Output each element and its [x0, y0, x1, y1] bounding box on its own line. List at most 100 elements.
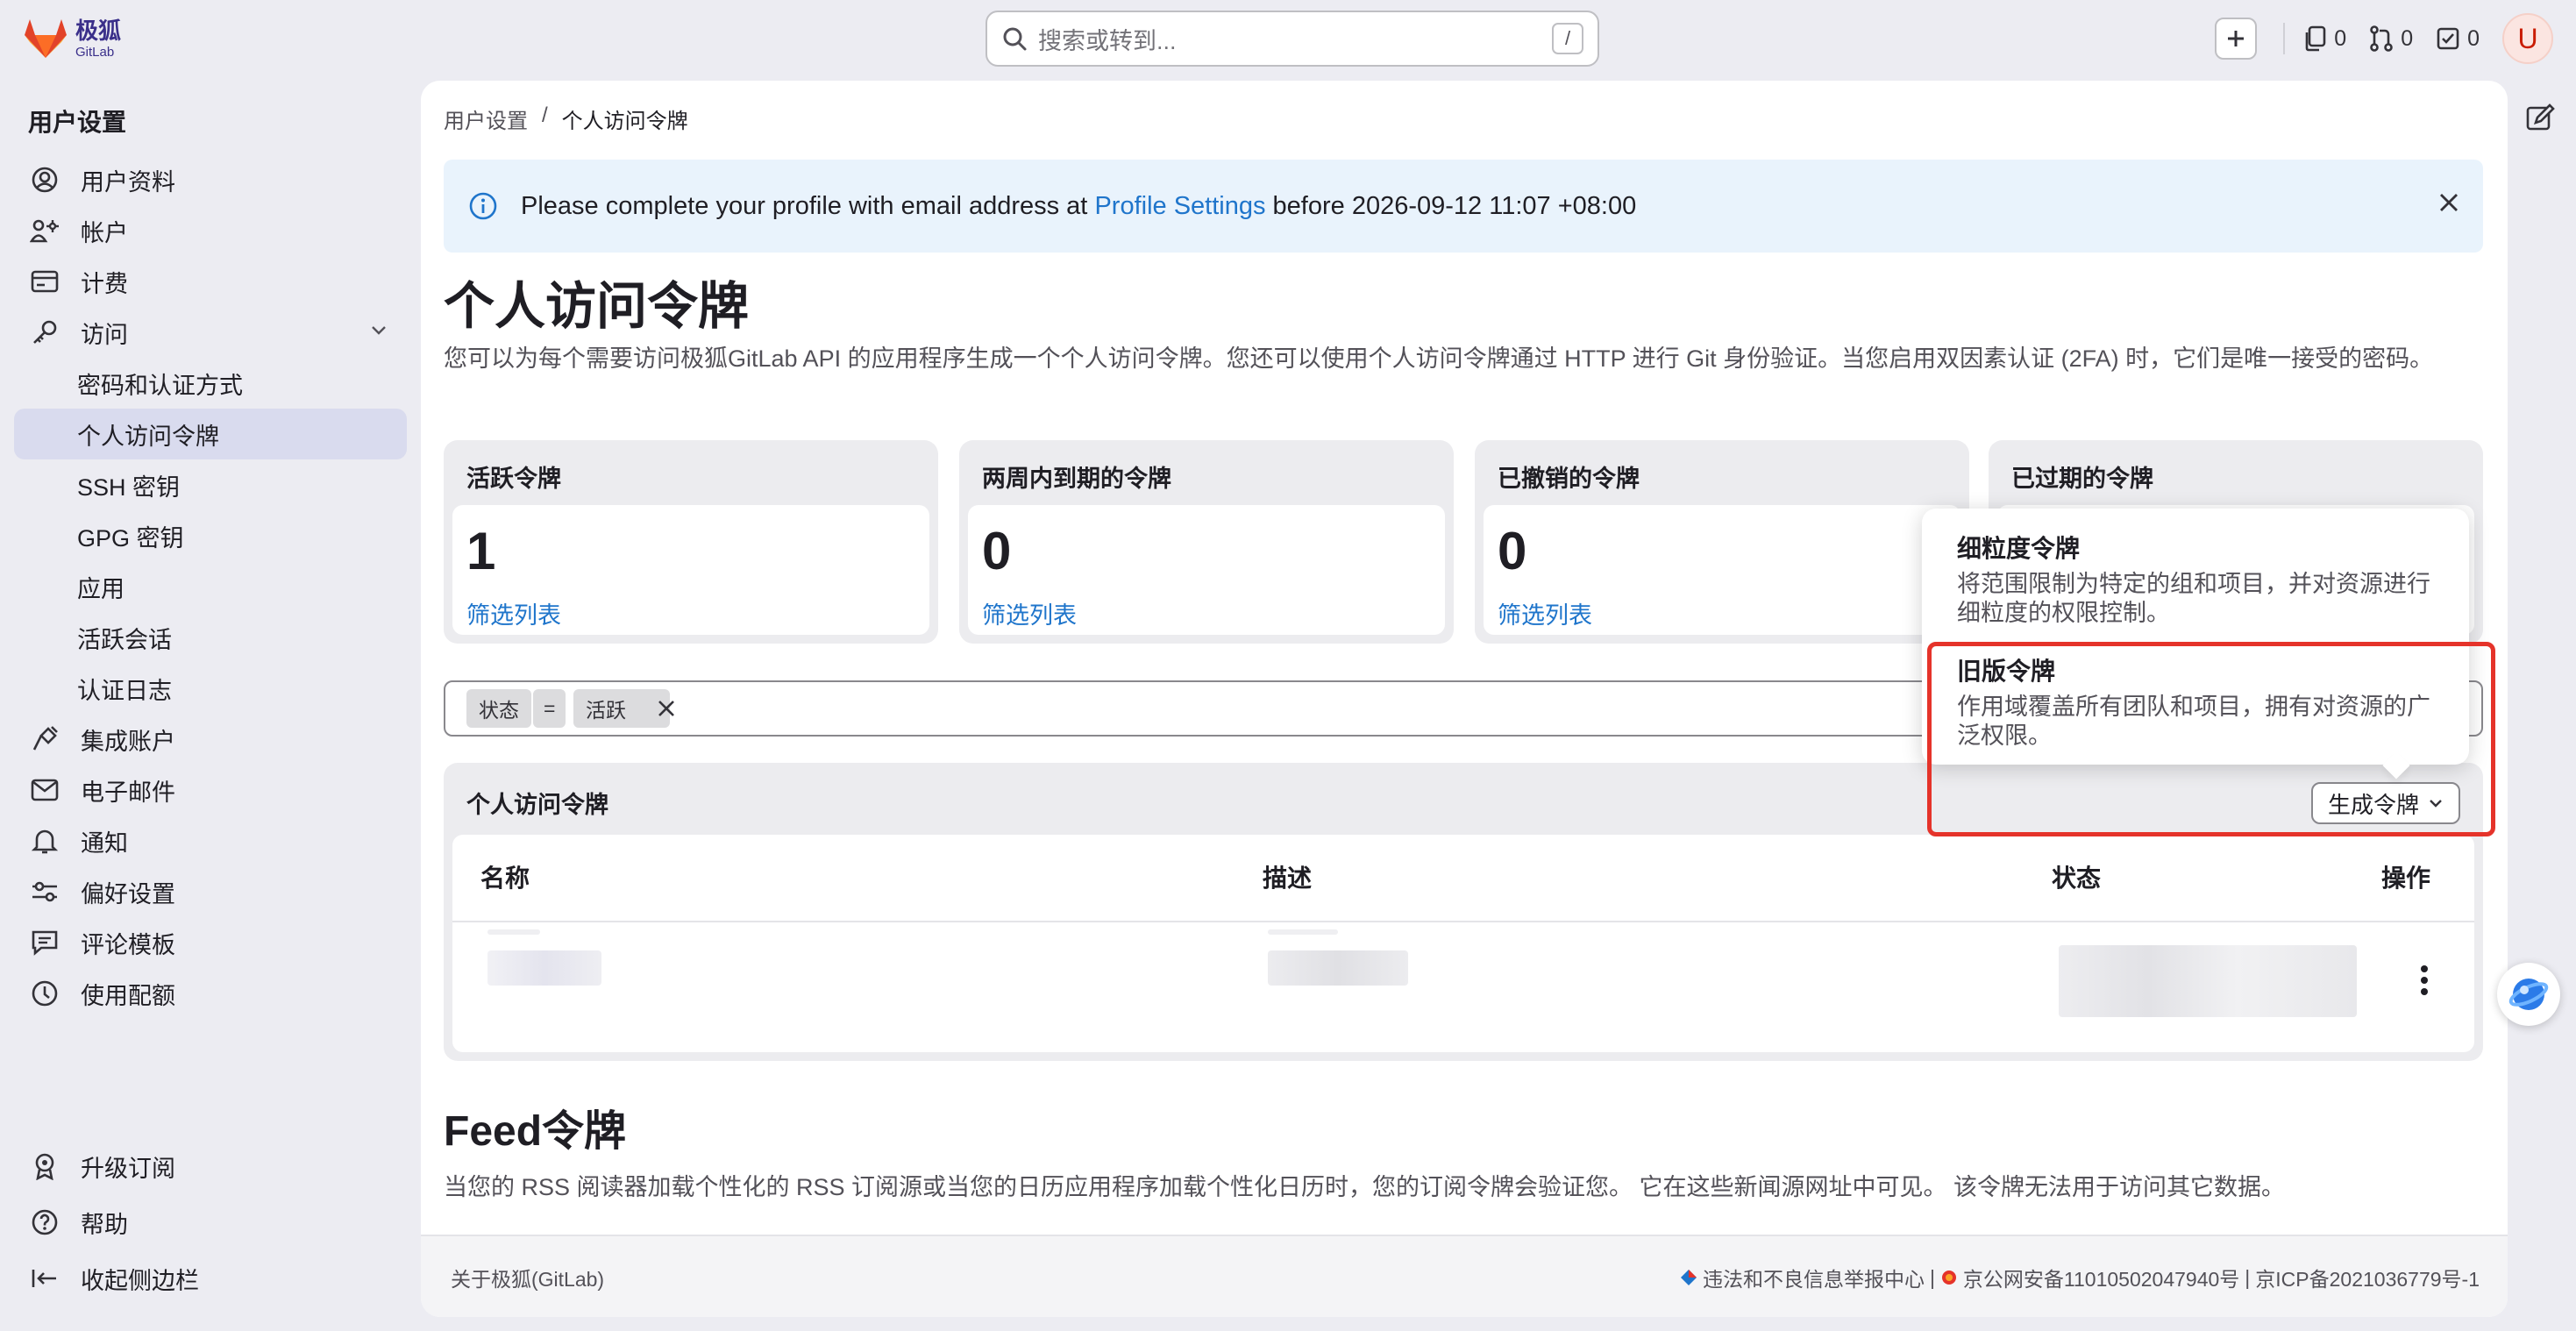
breadcrumb-current: 个人访问令牌 — [561, 110, 688, 133]
plus-icon — [2228, 31, 2245, 46]
sidebar-item-label: 通知 — [81, 829, 128, 857]
key-icon — [28, 316, 61, 349]
create-new-button[interactable] — [2215, 18, 2258, 60]
remove-filter-icon[interactable] — [656, 698, 677, 719]
sidebar-item-label: 帐户 — [81, 219, 128, 246]
sidebar-item-label: 应用 — [77, 575, 125, 602]
filter-list-link[interactable]: 筛选列表 — [982, 596, 1077, 630]
footer-separator: | — [2245, 1265, 2251, 1289]
help-link[interactable]: 帮助 — [14, 1194, 407, 1250]
filter-token-key[interactable]: 状态 — [466, 689, 531, 728]
option-title: 细粒度令牌 — [1957, 535, 2081, 562]
feedback-edit-icon[interactable] — [2525, 103, 2555, 133]
sidebar-item-access[interactable]: 访问 — [14, 307, 407, 358]
sidebar-item-auth-log[interactable]: 认证日志 — [14, 663, 407, 714]
icp-record-link[interactable]: 京ICP备2021036779号-1 — [2255, 1263, 2480, 1292]
sidebar-item-applications[interactable]: 应用 — [14, 561, 407, 612]
sidebar-item-gpg-keys[interactable]: GPG 密钥 — [14, 510, 407, 561]
sidebar-item-label: 访问 — [81, 321, 128, 348]
report-center-link[interactable]: 违法和不良信息举报中心 — [1703, 1263, 1925, 1292]
sidebar-item-preferences[interactable]: 偏好设置 — [14, 866, 407, 917]
profile-settings-link[interactable]: Profile Settings — [1094, 192, 1265, 220]
sidebar-item-integrations[interactable]: 集成账户 — [14, 714, 407, 765]
chevron-down-icon[interactable] — [370, 324, 388, 336]
sidebar-item-notifications[interactable]: 通知 — [14, 815, 407, 866]
kebab-menu-icon[interactable] — [2420, 964, 2429, 996]
profile-icon — [28, 163, 61, 196]
sidebar-item-comment-templates[interactable]: 评论模板 — [14, 917, 407, 968]
sidebar-item-personal-access-tokens[interactable]: 个人访问令牌 — [14, 409, 407, 459]
brand-logo[interactable]: 极狐 GitLab — [23, 18, 121, 60]
fine-grained-token-option[interactable]: 细粒度令牌 将范围限制为特定的组和项目，并对资源进行细粒度的权限控制。 — [1957, 530, 2448, 628]
tokens-table: 名称 描述 状态 操作 — [452, 835, 2474, 1052]
issues-icon — [2305, 25, 2326, 52]
column-header-name: 名称 — [480, 865, 530, 892]
filter-list-link[interactable]: 筛选列表 — [1498, 596, 1592, 630]
sidebar-item-label: 电子邮件 — [81, 779, 175, 806]
page-title: 个人访问令牌 — [444, 278, 750, 335]
sidebar-item-label: 评论模板 — [81, 931, 175, 958]
stat-revoked-tokens: 已撤销的令牌 0 筛选列表 — [1475, 440, 1969, 644]
close-icon[interactable] — [2437, 191, 2460, 214]
breadcrumb-parent[interactable]: 用户设置 — [444, 103, 528, 134]
preferences-icon — [28, 875, 61, 908]
mr-count: 0 — [2401, 25, 2414, 51]
stat-value: 0 — [1498, 522, 1527, 580]
breadcrumb: 用户设置 / 个人访问令牌 — [444, 103, 688, 134]
police-badge-icon — [1941, 1270, 1956, 1285]
tanuki-logo-icon — [25, 19, 67, 58]
upgrade-subscription-link[interactable]: 升级订阅 — [14, 1138, 407, 1194]
user-avatar[interactable]: U — [2502, 13, 2553, 64]
sidebar-item-label: SSH 密钥 — [77, 473, 181, 501]
sidebar-item-emails[interactable]: 电子邮件 — [14, 765, 407, 815]
redacted-line — [1268, 929, 1338, 935]
search-input[interactable]: 搜索或转到... / — [986, 11, 1599, 67]
sidebar-item-label: 认证日志 — [77, 677, 172, 704]
sidebar-item-usage-quotas[interactable]: 使用配额 — [14, 968, 407, 1019]
mail-icon — [28, 773, 61, 807]
filter-token-operator[interactable]: = — [533, 689, 566, 728]
sidebar-item-label: 使用配额 — [81, 982, 175, 1009]
sidebar-nav: 用户资料 帐户 计费 访问 密码和认证方式 个人访问令牌 SSH 密钥 GPG … — [14, 154, 407, 1019]
table-title: 个人访问令牌 — [466, 792, 608, 818]
todo-icon — [2437, 27, 2459, 50]
collapse-left-icon — [28, 1262, 61, 1295]
sidebar-item-active-sessions[interactable]: 活跃会话 — [14, 612, 407, 663]
search-placeholder: 搜索或转到... — [1038, 27, 1177, 54]
redacted-line — [487, 929, 540, 935]
column-header-status: 状态 — [2052, 865, 2102, 892]
page-description: 您可以为每个需要访问极狐GitLab API 的应用程序生成一个个人访问令牌。您… — [444, 345, 2434, 372]
merge-requests-counter[interactable]: 0 — [2369, 25, 2413, 52]
sidebar-item-label: 密码和认证方式 — [77, 372, 243, 399]
stat-value: 0 — [982, 522, 1012, 580]
about-link[interactable]: 关于极狐(GitLab) — [451, 1263, 604, 1292]
stat-title: 活跃令牌 — [466, 466, 561, 492]
alert-text-before: Please complete your profile with email … — [521, 191, 1095, 220]
sidebar-item-profile[interactable]: 用户资料 — [14, 154, 407, 205]
sidebar-item-label: 活跃会话 — [77, 626, 172, 653]
sidebar-item-label: 升级订阅 — [81, 1155, 175, 1182]
sidebar-item-ssh-keys[interactable]: SSH 密钥 — [14, 459, 407, 510]
stat-active-tokens: 活跃令牌 1 筛选列表 — [444, 440, 938, 644]
sidebar-item-account[interactable]: 帐户 — [14, 205, 407, 256]
sidebar-item-label: 收起侧边栏 — [81, 1267, 199, 1294]
sidebar-item-billing[interactable]: 计费 — [14, 256, 407, 307]
sidebar-item-label: GPG 密钥 — [77, 524, 184, 552]
todos-counter[interactable]: 0 — [2436, 26, 2480, 52]
issues-counter[interactable]: 0 — [2304, 25, 2346, 52]
redacted-token-description — [1268, 950, 1408, 986]
sidebar-item-label: 帮助 — [81, 1211, 128, 1238]
sidebar-item-label: 计费 — [81, 270, 128, 297]
upgrade-icon — [28, 1150, 61, 1183]
sidebar-bottom: 升级订阅 帮助 收起侧边栏 — [14, 1138, 407, 1306]
help-icon — [28, 1206, 61, 1239]
filter-list-link[interactable]: 筛选列表 — [466, 596, 561, 630]
sidebar-item-password-auth[interactable]: 密码和认证方式 — [14, 358, 407, 409]
alert-text-after: before 2026-09-12 11:07 +08:00 — [1265, 191, 1637, 220]
header-divider — [452, 921, 2474, 922]
breadcrumb-separator: / — [542, 103, 548, 127]
floating-assistant-button[interactable] — [2497, 963, 2560, 1026]
collapse-sidebar-button[interactable]: 收起侧边栏 — [14, 1250, 407, 1306]
police-record-link[interactable]: 京公网安备11010502047940号 — [1963, 1263, 2239, 1292]
stat-value: 1 — [466, 522, 496, 580]
